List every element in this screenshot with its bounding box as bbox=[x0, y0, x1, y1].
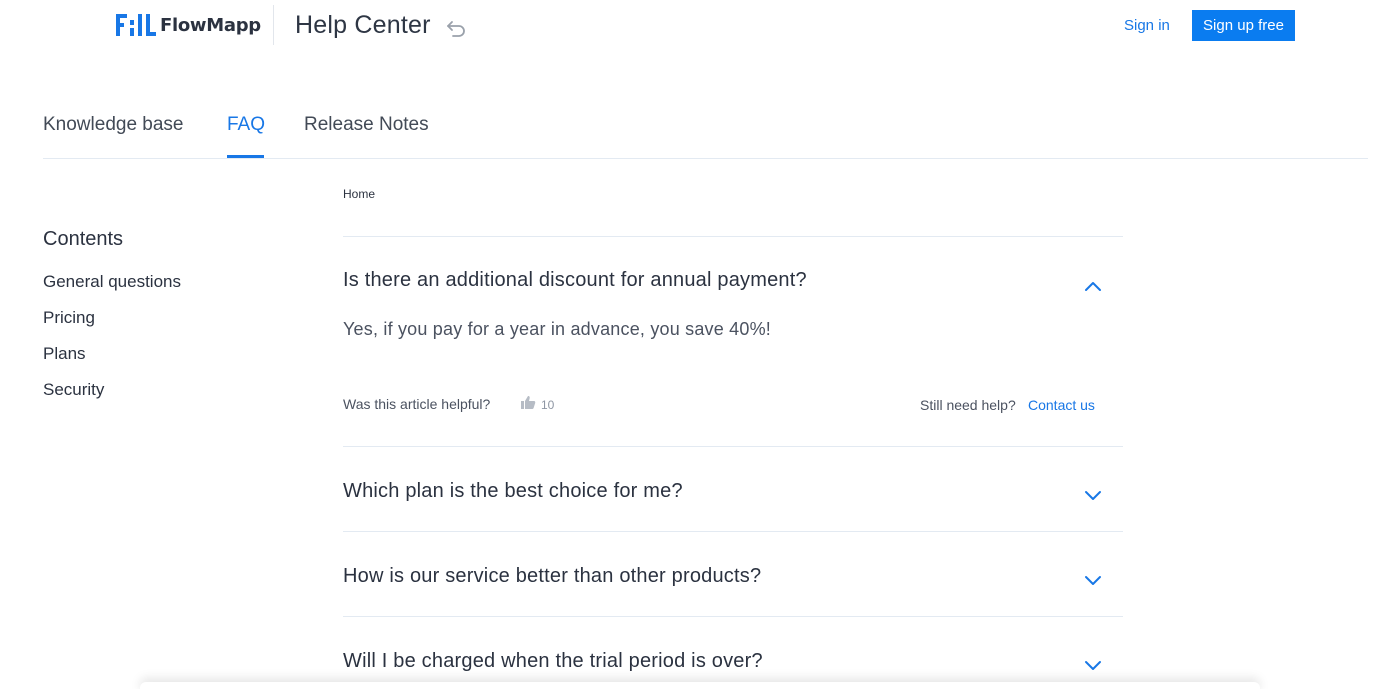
divider bbox=[343, 531, 1123, 532]
help-tabs: Knowledge base FAQ Release Notes bbox=[43, 108, 1368, 159]
bottom-overlay-panel bbox=[140, 682, 1260, 689]
sign-up-button[interactable]: Sign up free bbox=[1192, 10, 1295, 41]
chevron-up-icon[interactable] bbox=[1083, 279, 1103, 293]
sidebar-item-general-questions[interactable]: General questions bbox=[43, 272, 181, 292]
like-count: 10 bbox=[541, 398, 555, 412]
sidebar-item-plans[interactable]: Plans bbox=[43, 344, 86, 364]
contents-title: Contents bbox=[43, 228, 124, 250]
thumbs-up-icon[interactable] bbox=[520, 395, 536, 410]
back-arrow-icon[interactable] bbox=[445, 18, 467, 38]
tab-faq[interactable]: FAQ bbox=[227, 114, 265, 136]
logo-text: FlowMapp bbox=[160, 14, 261, 36]
chevron-down-icon[interactable] bbox=[1083, 573, 1103, 587]
sidebar-item-pricing[interactable]: Pricing bbox=[43, 308, 95, 328]
helpful-label: Was this article helpful? bbox=[343, 396, 491, 412]
sign-in-link[interactable]: Sign in bbox=[1124, 17, 1170, 34]
faq-question-service-better[interactable]: How is our service better than other pro… bbox=[343, 565, 761, 588]
breadcrumb-home[interactable]: Home bbox=[343, 187, 375, 201]
tab-knowledge-base[interactable]: Knowledge base bbox=[43, 114, 184, 136]
tab-release-notes[interactable]: Release Notes bbox=[304, 114, 429, 136]
flowmapp-logo[interactable]: FlowMapp bbox=[116, 14, 261, 36]
contents-sidebar: Contents General questions Pricing Plans… bbox=[43, 228, 181, 399]
divider bbox=[343, 236, 1123, 237]
flowmapp-logo-icon bbox=[116, 14, 156, 36]
faq-question-annual-discount[interactable]: Is there an additional discount for annu… bbox=[343, 269, 807, 292]
still-need-help-label: Still need help? bbox=[920, 397, 1016, 413]
chevron-down-icon[interactable] bbox=[1083, 658, 1103, 672]
divider bbox=[343, 446, 1123, 447]
site-header: FlowMapp Help Center Sign in Sign up fre… bbox=[0, 0, 1382, 52]
faq-answer-annual-discount: Yes, if you pay for a year in advance, y… bbox=[343, 319, 771, 339]
header-divider bbox=[273, 5, 274, 45]
chevron-down-icon[interactable] bbox=[1083, 488, 1103, 502]
faq-question-best-plan[interactable]: Which plan is the best choice for me? bbox=[343, 480, 683, 503]
divider bbox=[343, 616, 1123, 617]
active-tab-indicator bbox=[227, 155, 264, 158]
contact-us-link[interactable]: Contact us bbox=[1028, 397, 1095, 413]
sidebar-item-security[interactable]: Security bbox=[43, 380, 104, 400]
faq-question-trial-charge[interactable]: Will I be charged when the trial period … bbox=[343, 650, 763, 673]
help-center-title: Help Center bbox=[295, 11, 431, 39]
